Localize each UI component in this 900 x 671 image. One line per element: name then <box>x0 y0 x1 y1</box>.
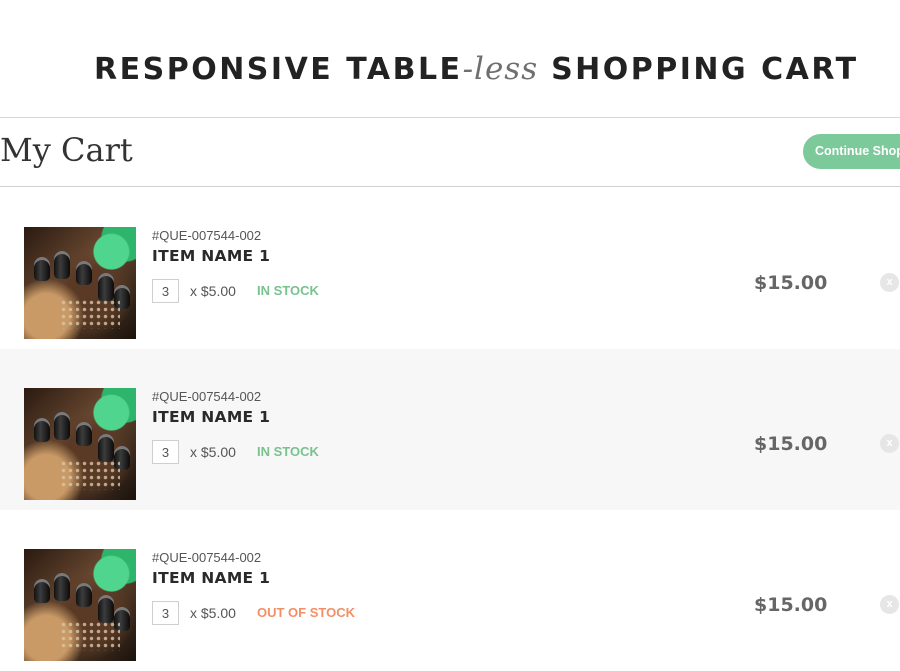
product-image <box>24 227 136 339</box>
unit-price: x $5.00 <box>190 283 236 299</box>
item-sku: #QUE-007544-002 <box>152 228 262 243</box>
continue-shopping-button[interactable]: Continue Shopping <box>803 134 900 169</box>
cart-items-list: #QUE-007544-002 ITEM NAME 1 x $5.00 IN S… <box>0 188 900 671</box>
capacitor-shape <box>34 418 50 442</box>
board-solder-dots <box>60 460 120 490</box>
capacitor-shape <box>76 261 92 285</box>
cart-title: My Cart <box>0 131 133 169</box>
quantity-input[interactable] <box>152 601 179 625</box>
cart-item: #QUE-007544-002 ITEM NAME 1 x $5.00 IN S… <box>0 349 900 510</box>
board-solder-dots <box>60 299 120 329</box>
item-sku: #QUE-007544-002 <box>152 389 262 404</box>
stock-status: IN STOCK <box>257 283 319 298</box>
quantity-input[interactable] <box>152 279 179 303</box>
title-part-less: -less <box>462 51 539 87</box>
remove-item-button[interactable]: x <box>880 595 899 614</box>
item-sku: #QUE-007544-002 <box>152 550 262 565</box>
stock-status: OUT OF STOCK <box>257 605 355 620</box>
line-total: $15.00 <box>754 272 828 294</box>
capacitor-shape <box>98 595 114 623</box>
line-total: $15.00 <box>754 594 828 616</box>
page-title: RESPONSIVE TABLE-less SHOPPING CART <box>94 50 859 89</box>
capacitor-shape <box>34 579 50 603</box>
remove-item-button[interactable]: x <box>880 434 899 453</box>
quantity-input[interactable] <box>152 440 179 464</box>
item-name[interactable]: ITEM NAME 1 <box>152 407 270 427</box>
stock-status: IN STOCK <box>257 444 319 459</box>
cart-header-bar: My Cart Continue Shopping <box>0 118 900 187</box>
capacitor-shape <box>98 273 114 301</box>
product-image <box>24 549 136 661</box>
unit-price: x $5.00 <box>190 444 236 460</box>
item-name[interactable]: ITEM NAME 1 <box>152 246 270 266</box>
capacitor-shape <box>34 257 50 281</box>
capacitor-shape <box>98 434 114 462</box>
capacitor-shape <box>76 583 92 607</box>
board-solder-dots <box>60 621 120 651</box>
capacitor-shape <box>54 573 70 601</box>
product-image <box>24 388 136 500</box>
cart-item: #QUE-007544-002 ITEM NAME 1 x $5.00 IN S… <box>0 188 900 349</box>
unit-price: x $5.00 <box>190 605 236 621</box>
title-part-main: RESPONSIVE TABLE <box>94 52 463 87</box>
capacitor-shape <box>54 251 70 279</box>
item-name[interactable]: ITEM NAME 1 <box>152 568 270 588</box>
title-part-end: SHOPPING CART <box>538 52 859 87</box>
site-header: RESPONSIVE TABLE-less SHOPPING CART <box>0 0 900 118</box>
cart-item: #QUE-007544-002 ITEM NAME 1 x $5.00 OUT … <box>0 510 900 671</box>
remove-item-button[interactable]: x <box>880 273 899 292</box>
line-total: $15.00 <box>754 433 828 455</box>
capacitor-shape <box>54 412 70 440</box>
capacitor-shape <box>76 422 92 446</box>
